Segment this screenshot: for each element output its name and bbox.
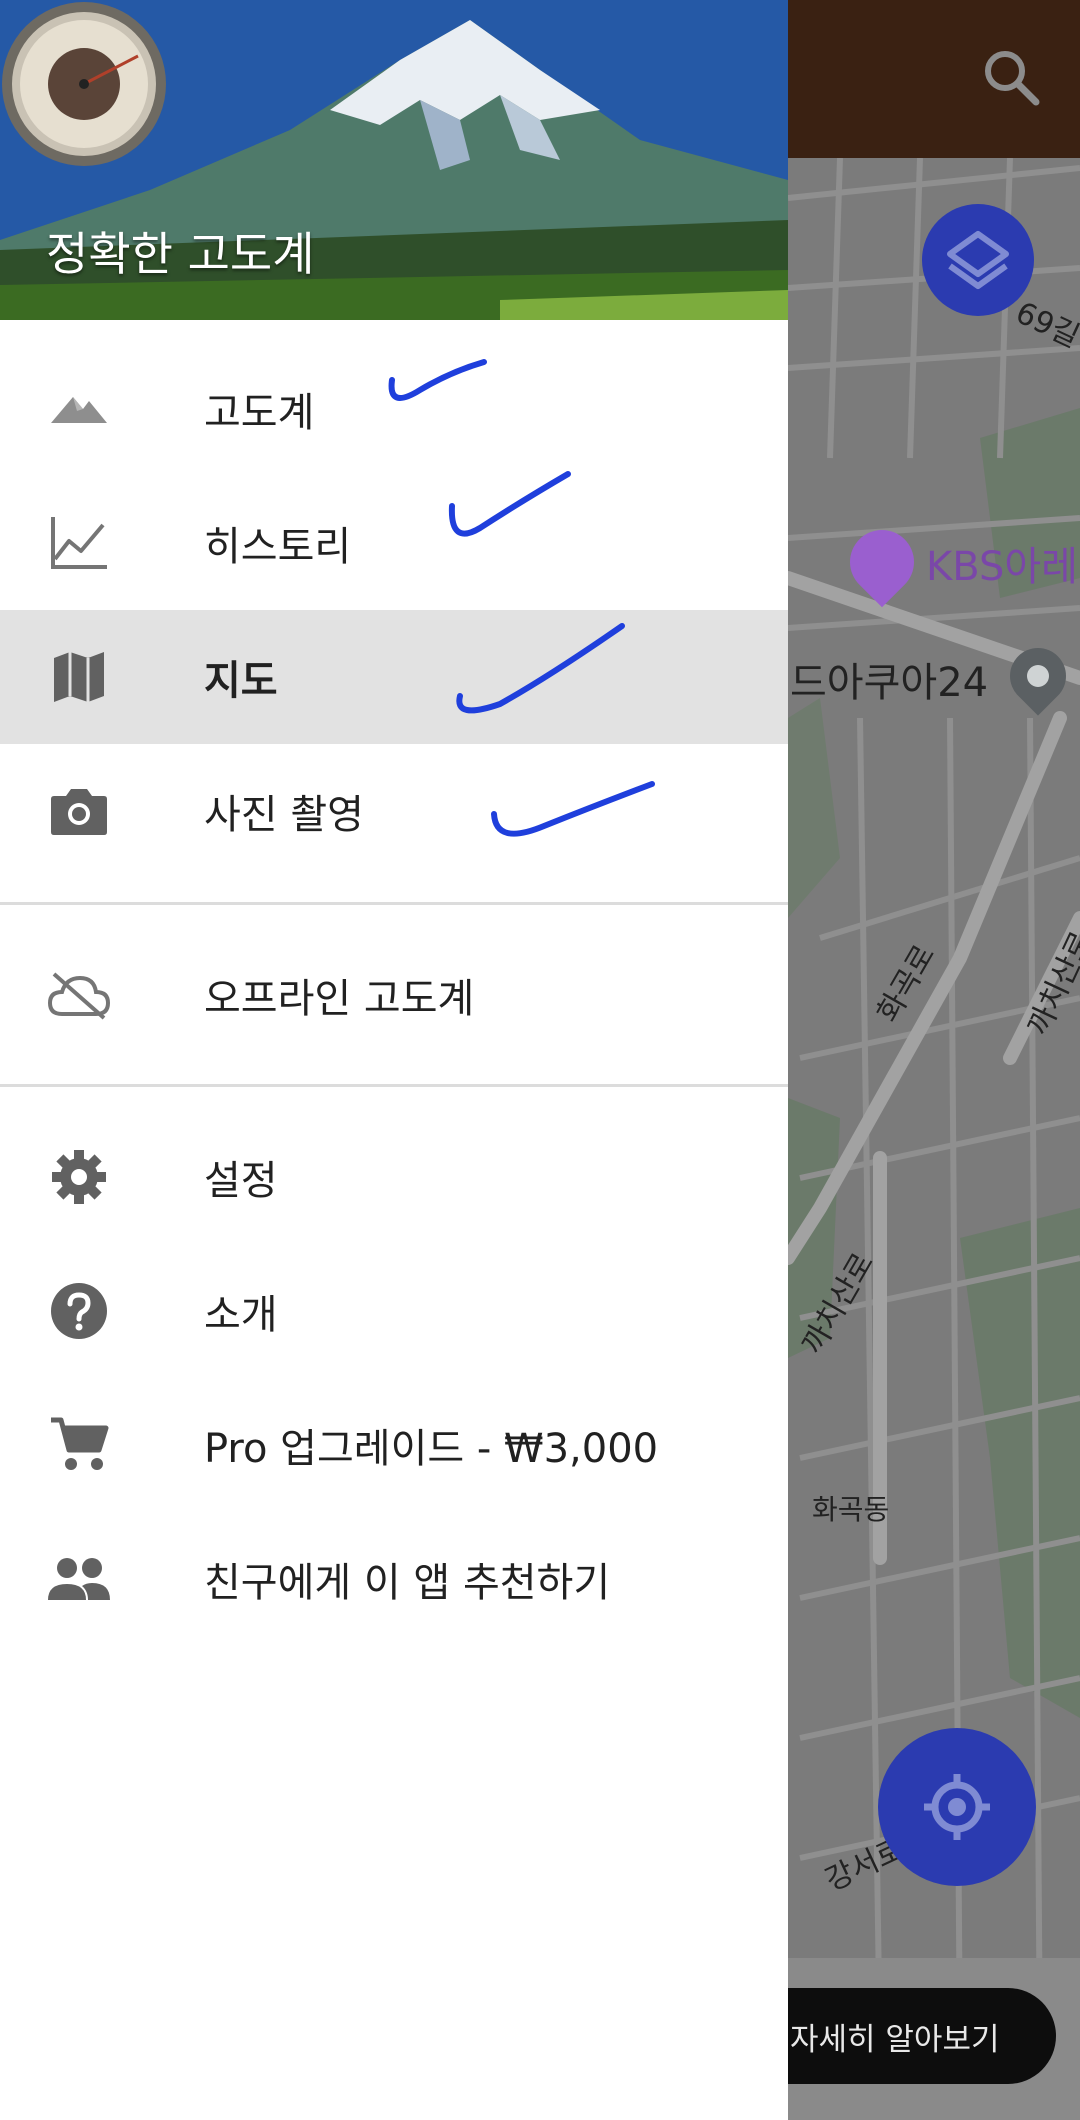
nav-item-pro-upgrade[interactable]: Pro 업그레이드 - ₩3,000 (0, 1378, 788, 1512)
help-icon (46, 1278, 112, 1344)
drawer-header: 정확한 고도계 (0, 0, 788, 320)
layers-icon (947, 231, 1009, 289)
navigation-drawer: 정확한 고도계 고도계 히스토리 지도 사진 촬영 오프라인 고도계 설정 소개… (0, 0, 788, 2120)
nav-item-label: 고도계 (204, 390, 315, 436)
map-label-store: 드아쿠아24 (790, 660, 989, 706)
nav-item-label: 지도 (204, 658, 278, 704)
app-title: 정확한 고도계 (46, 227, 315, 281)
nav-item-about[interactable]: 소개 (0, 1244, 788, 1378)
nav-item-photo[interactable]: 사진 촬영 (0, 744, 788, 878)
cloud-off-icon (46, 962, 112, 1028)
cart-icon (46, 1412, 112, 1478)
check-mark-icon (456, 623, 625, 714)
my-location-button[interactable] (878, 1728, 1036, 1886)
learn-more-label: 자세히 알아보기 (790, 2021, 1000, 2058)
nav-item-label: 히스토리 (204, 524, 352, 570)
nav-item-label: Pro 업그레이드 - ₩3,000 (204, 1426, 659, 1472)
nav-item-map[interactable]: 지도 (0, 610, 788, 744)
check-mark-icon (388, 359, 487, 401)
camera-icon (46, 778, 112, 844)
search-icon (985, 51, 1040, 106)
check-mark-icon (491, 781, 655, 837)
people-icon (46, 1546, 112, 1612)
district-label: 화곡동 (812, 1493, 890, 1526)
nav-item-label: 오프라인 고도계 (204, 976, 475, 1022)
gear-icon (46, 1144, 112, 1210)
divider (0, 1084, 788, 1087)
layers-button[interactable] (922, 204, 1034, 316)
mountain-icon (46, 376, 112, 442)
nav-item-offline-altimeter[interactable]: 오프라인 고도계 (0, 928, 788, 1062)
chart-line-icon (46, 510, 112, 576)
divider (0, 902, 788, 905)
search-button[interactable] (976, 42, 1048, 114)
nav-item-label: 사진 촬영 (204, 792, 364, 838)
poi-label-kbs[interactable]: KBS아레 (926, 534, 1078, 592)
nav-item-label: 친구에게 이 앱 추천하기 (204, 1560, 611, 1606)
nav-item-label: 소개 (204, 1292, 278, 1338)
check-mark-icon (448, 471, 571, 537)
nav-item-history[interactable]: 히스토리 (0, 476, 788, 610)
map-icon (46, 644, 112, 710)
nav-item-settings[interactable]: 설정 (0, 1110, 788, 1244)
crosshair-icon (924, 1774, 990, 1840)
nav-item-recommend[interactable]: 친구에게 이 앱 추천하기 (0, 1512, 788, 1646)
nav-item-label: 설정 (204, 1158, 278, 1204)
altimeter-gauge-icon (2, 2, 166, 166)
